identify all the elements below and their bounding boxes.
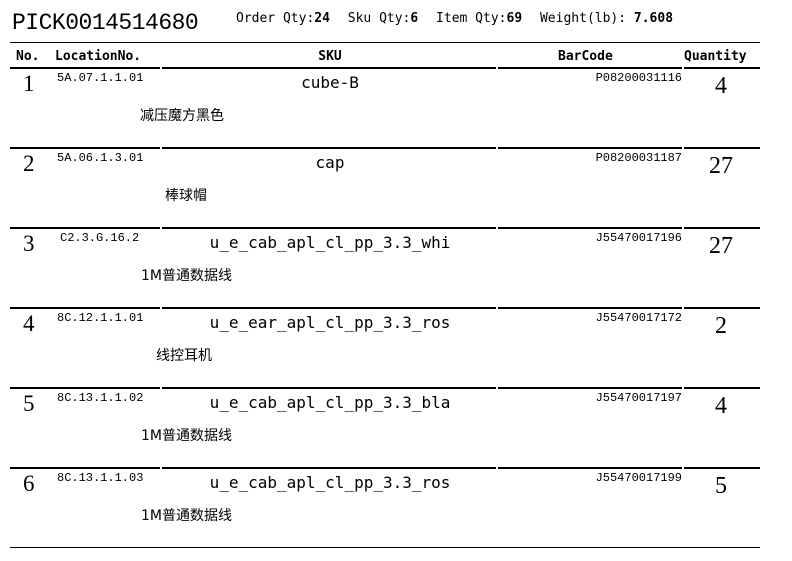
- table-row: 1 5A.07.1.1.01 cube-B P08200031116 4 减压魔…: [10, 67, 760, 147]
- row-location: C2.3.G.16.2: [60, 231, 140, 245]
- row-number: 2: [23, 151, 35, 176]
- row-number: 5: [23, 391, 35, 416]
- row-location: 8C.13.1.1.02: [57, 391, 144, 405]
- row-description: 棒球帽: [165, 188, 207, 204]
- item-qty-stat: Item Qty:69: [436, 11, 522, 26]
- item-qty-value: 69: [506, 11, 523, 26]
- item-qty-label: Item Qty:: [436, 11, 507, 26]
- row-description: 1M普通数据线: [141, 268, 232, 284]
- sku-qty-stat: Sku Qty:6: [348, 11, 418, 26]
- row-description: 1M普通数据线: [141, 428, 232, 444]
- row-number: 4: [23, 311, 35, 336]
- row-separator: [498, 147, 682, 149]
- order-qty-label: Order Qty:: [236, 11, 315, 26]
- row-quantity: 27: [709, 233, 733, 259]
- row-quantity: 4: [715, 73, 727, 99]
- row-separator: [10, 387, 160, 389]
- row-description: 减压魔方黑色: [140, 108, 224, 124]
- table-row: 4 8C.12.1.1.01 u_e_ear_apl_cl_pp_3.3_ros…: [10, 307, 760, 387]
- pick-id: PICK0014514680: [12, 10, 199, 36]
- row-separator: [684, 147, 760, 149]
- row-separator: [684, 467, 760, 469]
- col-header-no: No.: [16, 49, 40, 64]
- row-sku: u_e_cab_apl_cl_pp_3.3_ros: [209, 473, 451, 492]
- row-quantity: 5: [715, 473, 727, 499]
- row-separator: [498, 227, 682, 229]
- table-row: 2 5A.06.1.3.01 cap P08200031187 27 棒球帽: [10, 147, 760, 227]
- row-location: 8C.13.1.1.03: [57, 471, 144, 485]
- row-separator: [162, 467, 496, 469]
- row-separator: [10, 307, 160, 309]
- row-barcode: P08200031116: [595, 71, 682, 85]
- col-header-location: LocationNo.: [55, 49, 142, 64]
- row-number: 6: [23, 471, 35, 496]
- weight-stat: Weight(lb): 7.608: [540, 11, 673, 26]
- row-sku: u_e_cab_apl_cl_pp_3.3_bla: [209, 393, 451, 412]
- row-quantity: 2: [715, 313, 727, 339]
- row-separator: [10, 467, 160, 469]
- row-separator: [162, 67, 496, 69]
- row-barcode: J55470017199: [595, 471, 682, 485]
- col-header-sku: SKU: [318, 49, 342, 64]
- row-number: 1: [23, 71, 35, 96]
- row-sku: cube-B: [301, 73, 359, 92]
- table-top-line: [10, 42, 760, 43]
- row-separator: [162, 147, 496, 149]
- row-description: 1M普通数据线: [141, 508, 232, 524]
- row-description: 线控耳机: [156, 348, 212, 364]
- row-quantity: 4: [715, 393, 727, 419]
- row-separator: [10, 67, 160, 69]
- row-separator: [684, 307, 760, 309]
- row-barcode: J55470017196: [595, 231, 682, 245]
- row-barcode: P08200031187: [595, 151, 682, 165]
- order-qty-value: 24: [314, 11, 330, 26]
- row-location: 8C.12.1.1.01: [57, 311, 144, 325]
- row-separator: [498, 387, 682, 389]
- row-barcode: J55470017172: [595, 311, 682, 325]
- weight-value: 7.608: [633, 11, 674, 26]
- row-sku: u_e_ear_apl_cl_pp_3.3_ros: [209, 313, 451, 332]
- row-separator: [162, 387, 496, 389]
- col-header-barcode: BarCode: [558, 49, 613, 64]
- row-separator: [498, 67, 682, 69]
- row-separator: [684, 227, 760, 229]
- row-separator: [498, 307, 682, 309]
- table-row: 5 8C.13.1.1.02 u_e_cab_apl_cl_pp_3.3_bla…: [10, 387, 760, 467]
- row-quantity: 27: [709, 153, 733, 179]
- table-bottom-line: [10, 547, 760, 548]
- row-separator: [162, 227, 496, 229]
- row-sku: u_e_cab_apl_cl_pp_3.3_whi: [209, 233, 451, 252]
- row-location: 5A.06.1.3.01: [57, 151, 144, 165]
- row-separator: [684, 67, 760, 69]
- pick-stats: Order Qty:24 Sku Qty:6 Item Qty:69 Weigh…: [236, 11, 683, 26]
- row-sku: cap: [315, 153, 345, 172]
- row-location: 5A.07.1.1.01: [57, 71, 144, 85]
- row-separator: [10, 227, 160, 229]
- sku-qty-label: Sku Qty:: [347, 11, 411, 26]
- row-separator: [684, 387, 760, 389]
- table-row: 3 C2.3.G.16.2 u_e_cab_apl_cl_pp_3.3_whi …: [10, 227, 760, 307]
- sku-qty-value: 6: [410, 11, 419, 26]
- row-separator: [162, 307, 496, 309]
- col-header-quantity: Quantity: [684, 49, 747, 64]
- row-separator: [10, 147, 160, 149]
- pick-header: PICK0014514680 Order Qty:24 Sku Qty:6 It…: [12, 9, 782, 41]
- weight-label: Weight(lb):: [539, 11, 627, 26]
- row-number: 3: [23, 231, 35, 256]
- table-row: 6 8C.13.1.1.03 u_e_cab_apl_cl_pp_3.3_ros…: [10, 467, 760, 547]
- row-separator: [498, 467, 682, 469]
- order-qty-stat: Order Qty:24: [236, 11, 330, 26]
- row-barcode: J55470017197: [595, 391, 682, 405]
